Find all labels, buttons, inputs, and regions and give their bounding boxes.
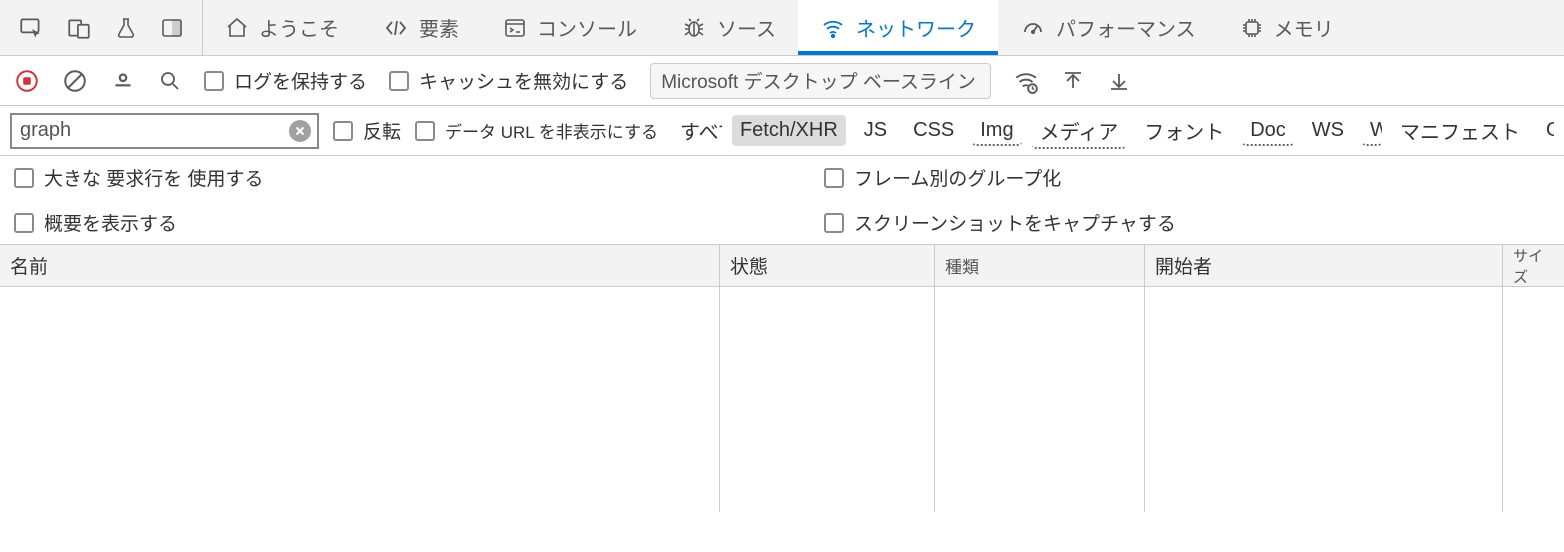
filter-type-ws[interactable]: WS	[1304, 115, 1352, 146]
filter-type-wasm[interactable]: Wasm	[1362, 115, 1382, 146]
column-header-status[interactable]: 状態	[720, 245, 935, 286]
checkbox-icon	[415, 121, 435, 141]
export-har-icon[interactable]	[1107, 69, 1131, 93]
tab-welcome[interactable]: ようこそ	[203, 0, 361, 55]
checkbox-label: スクリーンショットをキャプチャする	[854, 209, 1176, 236]
filter-type-img[interactable]: Img	[972, 115, 1021, 146]
checkbox-icon	[824, 213, 844, 233]
tab-network[interactable]: ネットワーク	[798, 0, 998, 55]
chip-icon	[1240, 16, 1264, 40]
column-header-name[interactable]: 名前	[0, 245, 720, 286]
disable-cache-checkbox[interactable]: キャッシュを無効にする	[389, 67, 628, 94]
network-table-body	[0, 287, 1564, 512]
tab-label: メモリ	[1274, 13, 1334, 42]
column-header-size[interactable]: サイズ	[1503, 245, 1564, 286]
checkbox-label: 大きな 要求行を 使用する	[44, 164, 264, 191]
brackets-icon	[383, 16, 409, 40]
tab-performance[interactable]: パフォーマンス	[998, 0, 1218, 55]
wifi-icon	[820, 16, 846, 40]
tab-label: ようこそ	[259, 13, 339, 42]
network-conditions-icon[interactable]	[1013, 68, 1039, 94]
filter-type-manifest[interactable]: マニフェスト	[1392, 112, 1528, 149]
checkbox-icon	[204, 71, 224, 91]
inspect-element-icon[interactable]	[18, 15, 44, 41]
dock-side-icon[interactable]	[160, 16, 184, 40]
tab-label: 要素	[419, 13, 459, 42]
checkbox-icon	[389, 71, 409, 91]
filter-type-fetch-xhr[interactable]: Fetch/XHR	[732, 115, 846, 146]
tab-label: ソース	[717, 13, 776, 42]
filter-type-other[interactable]: Other	[1538, 115, 1554, 146]
tab-console[interactable]: コンソール	[481, 0, 659, 55]
tab-memory[interactable]: メモリ	[1218, 0, 1356, 55]
filter-toggle-icon[interactable]	[110, 68, 136, 94]
hide-data-urls-checkbox[interactable]: データ URL を非表示にする	[415, 118, 658, 143]
preserve-log-checkbox[interactable]: ログを保持する	[204, 67, 367, 94]
filter-input[interactable]	[20, 119, 289, 142]
filter-bar: 反転 データ URL を非表示にする すべて Fetch/XHR JS CSS …	[0, 106, 1564, 156]
tab-sources[interactable]: ソース	[659, 0, 798, 55]
devtools-tabstrip: ようこそ 要素 コンソール ソース ネットワーク	[0, 0, 1564, 56]
checkbox-label: フレーム別のグループ化	[854, 164, 1061, 191]
filter-type-media[interactable]: メディア	[1032, 112, 1127, 149]
filter-type-doc[interactable]: Doc	[1242, 115, 1294, 146]
left-tool-icons	[0, 0, 203, 55]
clear-button[interactable]	[62, 68, 88, 94]
throttling-dropdown[interactable]: Microsoft デスクトップ ベースライン	[650, 63, 991, 99]
resource-type-filters: すべて Fetch/XHR JS CSS Img メディア フォント Doc W…	[672, 112, 1554, 149]
console-icon	[503, 16, 527, 40]
checkbox-icon	[14, 168, 34, 188]
invert-checkbox[interactable]: 反転	[333, 117, 401, 144]
checkbox-icon	[824, 168, 844, 188]
experiments-icon[interactable]	[114, 16, 138, 40]
capture-screenshots-checkbox[interactable]: スクリーンショットをキャプチャする	[824, 209, 1550, 236]
filter-type-js[interactable]: JS	[856, 115, 895, 146]
clear-filter-button[interactable]	[289, 120, 311, 142]
bug-icon	[681, 16, 707, 40]
filter-type-font[interactable]: フォント	[1136, 112, 1232, 149]
column-header-initiator[interactable]: 開始者	[1145, 245, 1503, 286]
checkbox-label: 反転	[363, 117, 401, 144]
column-header-type[interactable]: 種類	[935, 245, 1145, 286]
gauge-icon	[1020, 16, 1046, 40]
checkbox-label: ログを保持する	[234, 67, 367, 94]
show-overview-checkbox[interactable]: 概要を表示する	[14, 209, 824, 236]
main-panel-tabs: ようこそ 要素 コンソール ソース ネットワーク	[203, 0, 1356, 55]
device-toolbar-icon[interactable]	[66, 15, 92, 41]
tab-label: ネットワーク	[856, 13, 976, 42]
record-button[interactable]	[14, 68, 40, 94]
filter-type-all[interactable]: すべて	[672, 112, 722, 149]
large-request-rows-checkbox[interactable]: 大きな 要求行を 使用する	[14, 164, 824, 191]
filter-input-container	[10, 113, 319, 149]
checkbox-icon	[14, 213, 34, 233]
group-by-frame-checkbox[interactable]: フレーム別のグループ化	[824, 164, 1550, 191]
throttling-label: Microsoft デスクトップ ベースライン	[661, 67, 976, 94]
checkbox-icon	[333, 121, 353, 141]
import-har-icon[interactable]	[1061, 69, 1085, 93]
network-toolbar: ログを保持する キャッシュを無効にする Microsoft デスクトップ ベース…	[0, 56, 1564, 106]
network-options: 大きな 要求行を 使用する フレーム別のグループ化 概要を表示する スクリーンシ…	[0, 156, 1564, 245]
network-table-header: 名前 状態 種類 開始者 サイズ	[0, 245, 1564, 287]
tab-label: パフォーマンス	[1056, 13, 1196, 42]
checkbox-label: キャッシュを無効にする	[419, 67, 628, 94]
filter-type-css[interactable]: CSS	[905, 115, 962, 146]
home-icon	[225, 16, 249, 40]
search-icon[interactable]	[158, 69, 182, 93]
checkbox-label: データ URL を非表示にする	[445, 118, 658, 143]
tab-label: コンソール	[537, 13, 637, 42]
tab-elements[interactable]: 要素	[361, 0, 481, 55]
checkbox-label: 概要を表示する	[44, 209, 177, 236]
